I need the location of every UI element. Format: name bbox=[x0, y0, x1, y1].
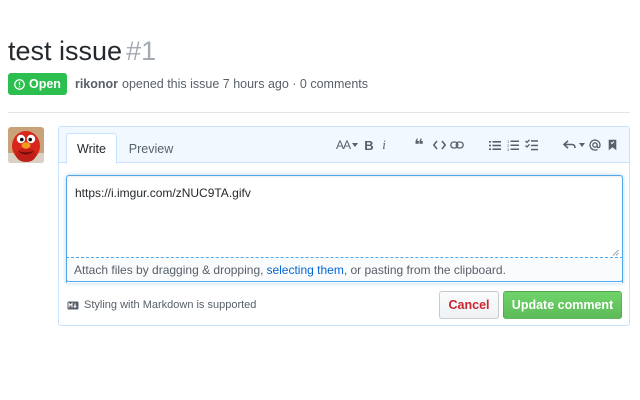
italic-button[interactable]: i bbox=[377, 136, 391, 154]
header-button[interactable]: AA bbox=[335, 136, 359, 154]
reply-icon bbox=[563, 140, 576, 149]
markdown-hint[interactable]: Styling with Markdown is supported bbox=[67, 299, 256, 311]
quote-icon: ❝ bbox=[414, 137, 424, 154]
link-button[interactable] bbox=[449, 136, 465, 154]
code-button[interactable] bbox=[431, 136, 447, 154]
issue-title-text: test issue bbox=[8, 36, 123, 66]
bold-button[interactable]: B bbox=[362, 136, 376, 154]
status-label: Open bbox=[29, 77, 61, 91]
italic-icon: i bbox=[382, 137, 386, 152]
attach-text-prefix: Attach files by dragging & dropping, bbox=[74, 262, 264, 277]
comment-editor: Write Preview AA B i ❝ 123 https://i.img… bbox=[58, 126, 630, 326]
comment-body-value: https://i.imgur.com/zNUC9TA.gifv bbox=[75, 186, 251, 200]
caret-down-icon bbox=[352, 143, 358, 147]
tab-preview[interactable]: Preview bbox=[121, 133, 181, 164]
ordered-list-icon: 123 bbox=[507, 139, 519, 151]
issue-meta: Open rikonor opened this issue 7 hours a… bbox=[8, 73, 368, 95]
cancel-button[interactable]: Cancel bbox=[439, 291, 499, 319]
author-link[interactable]: rikonor bbox=[75, 77, 118, 91]
issue-opened-icon bbox=[14, 78, 25, 90]
mention-button[interactable] bbox=[587, 136, 603, 154]
avatar[interactable] bbox=[8, 127, 44, 163]
ordered-list-button[interactable]: 123 bbox=[505, 136, 521, 154]
link-icon bbox=[450, 141, 464, 149]
reply-button[interactable] bbox=[563, 136, 585, 154]
quote-button[interactable]: ❝ bbox=[411, 136, 427, 154]
resize-handle-icon[interactable] bbox=[612, 249, 619, 256]
tab-write[interactable]: Write bbox=[66, 133, 117, 164]
header-divider bbox=[8, 112, 630, 113]
attach-text-suffix: , or pasting from the clipboard. bbox=[343, 262, 506, 277]
file-drop-zone[interactable]: Attach files by dragging & dropping, sel… bbox=[66, 249, 623, 282]
code-icon bbox=[432, 140, 446, 150]
issue-title: test issue #1 bbox=[8, 34, 156, 68]
markdown-hint-text: Styling with Markdown is supported bbox=[84, 299, 257, 311]
header-icon: AA bbox=[335, 138, 351, 152]
caret-down-icon bbox=[579, 143, 585, 147]
saved-replies-button[interactable] bbox=[605, 136, 619, 154]
status-badge: Open bbox=[8, 73, 67, 95]
markdown-icon bbox=[67, 301, 79, 309]
bold-icon: B bbox=[364, 137, 374, 153]
unordered-list-button[interactable] bbox=[487, 136, 503, 154]
update-comment-button[interactable]: Update comment bbox=[503, 291, 622, 319]
task-list-icon bbox=[524, 139, 538, 151]
issue-number: #1 bbox=[126, 36, 157, 66]
task-list-button[interactable] bbox=[523, 136, 539, 154]
unordered-list-icon bbox=[489, 140, 501, 150]
svg-text:3: 3 bbox=[507, 147, 510, 151]
editor-header: Write Preview AA B i ❝ 123 bbox=[59, 127, 629, 164]
mention-icon bbox=[589, 139, 601, 151]
opened-text: opened this issue 7 hours ago · 0 commen… bbox=[122, 77, 368, 91]
select-files-link[interactable]: selecting them bbox=[266, 263, 343, 277]
elmo-avatar bbox=[8, 127, 44, 163]
bookmark-icon bbox=[608, 139, 616, 151]
